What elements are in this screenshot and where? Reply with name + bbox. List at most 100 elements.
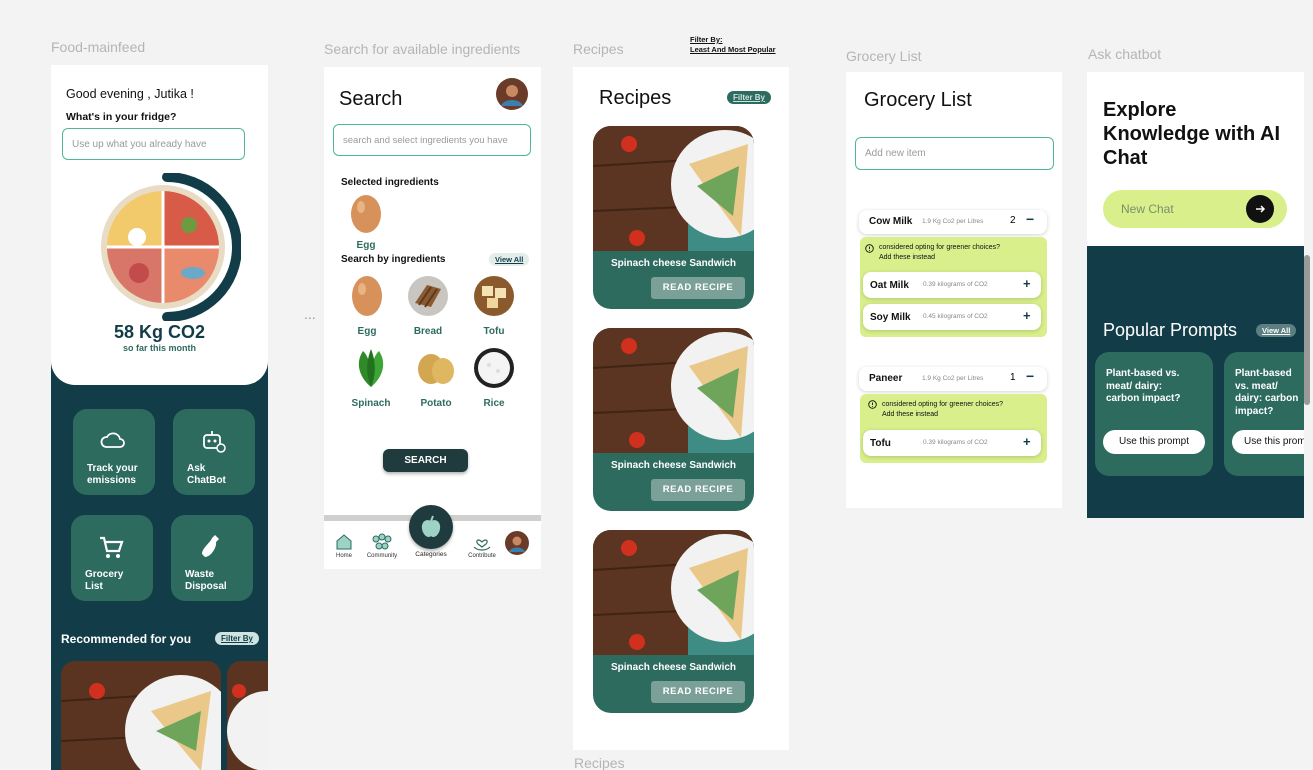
scrollbar-thumb[interactable] [1304,255,1310,405]
prompt-card[interactable]: Plant-based vs. meat/ dairy: carbon impa… [1095,352,1213,476]
home-icon [336,534,352,550]
grocery-item-qty: 2 [1010,215,1016,226]
hand-heart-icon [473,539,491,551]
grocery-item[interactable]: Paneer 1.9 Kg Co2 per Litres 1 − [859,367,1047,391]
read-recipe-button[interactable]: READ RECIPE [651,681,745,703]
bottom-nav: Home Community Categories Contribute [324,505,541,569]
recipe-card[interactable]: Spinach cheese Sandwich READ RECIPE [593,530,754,713]
ingredient-rice[interactable]: Rice [464,347,524,409]
suggestion-line2: Add these instead [882,411,939,418]
avatar[interactable] [496,78,528,110]
recipe-caption: Spinach cheese Sandwich [610,662,737,673]
recipe-card[interactable]: Spinach cheese Sandwich READ RECIPE [593,328,754,511]
robot-icon [203,431,226,453]
add-icon[interactable]: + [1023,434,1031,449]
ingredient-tofu[interactable]: Tofu [464,275,524,337]
read-recipe-button[interactable]: READ RECIPE [651,479,745,501]
frame-label-recipes-bottom: Recipes [574,755,625,770]
profile-avatar[interactable] [505,531,529,555]
alternative-item[interactable]: Tofu 0.39 kilograms of CO2 + [863,430,1041,456]
ingredient-label: Rice [483,398,505,409]
fridge-question: What's in your fridge? [66,111,177,123]
recommended-food-image[interactable] [61,661,221,770]
filter-note-line1: Filter By: [690,35,723,44]
add-item-input[interactable]: Add new item [855,137,1054,170]
alternative-item[interactable]: Oat Milk 0.39 kilograms of CO2 + [863,272,1041,298]
greener-suggestion-box: considered opting for greener choices? A… [860,237,1047,337]
tile-label: Ask ChatBot [187,463,226,486]
suggestion-note: considered opting for greener choices? A… [879,243,1000,263]
rice-icon [474,348,514,388]
decrement-icon[interactable]: − [1026,368,1034,384]
bread-icon [408,276,448,316]
track-emissions-tile[interactable]: Track your emissions [73,409,155,495]
grocery-title: Grocery List [864,89,972,111]
alternative-name: Oat Milk [870,280,909,291]
nav-home[interactable]: Home [324,533,364,559]
read-recipe-button[interactable]: READ RECIPE [651,277,745,299]
egg-icon [352,276,382,316]
ask-chatbot-tile[interactable]: Ask ChatBot [173,409,255,495]
new-chat-button[interactable]: New Chat [1103,190,1287,228]
filter-by-chip[interactable]: Filter By [215,632,260,645]
food-mainfeed-screen: Good evening , Jutika ! What's in your f… [51,65,268,770]
greener-suggestion-box: considered opting for greener choices? A… [860,394,1047,463]
ingredient-bread[interactable]: Bread [398,275,458,337]
fridge-input[interactable]: Use up what you already have [62,128,245,160]
chat-heading: Explore Knowledge with AI Chat [1103,98,1280,170]
use-prompt-button[interactable]: Use this prompt [1103,430,1205,454]
search-screen: Search search and select ingredients you… [324,67,541,569]
recommended-food-image-2[interactable] [227,661,268,770]
nav-community[interactable]: Community [362,533,402,559]
alternative-item[interactable]: Soy Milk 0.45 kilograms of CO2 + [863,304,1041,330]
apple-icon [421,515,441,538]
egg-icon [351,195,381,233]
recipes-screen: Recipes Filter By Spinach cheese Sandwic… [573,67,789,750]
grocery-item-name: Paneer [869,373,903,384]
search-button[interactable]: SEARCH [383,449,468,472]
tile-label: Waste Disposal [185,569,227,592]
prompt-text: Plant-based vs. meat/ dairy: carbon impa… [1235,368,1299,417]
nav-label: Categories [415,551,447,558]
new-chat-label: New Chat [1121,202,1174,216]
use-prompt-button[interactable]: Use this prom [1232,430,1304,454]
suggestion-line2: Add these instead [879,254,936,261]
recipe-card[interactable]: Spinach cheese Sandwich READ RECIPE [593,126,754,309]
ingredient-egg[interactable]: Egg [337,275,397,337]
ingredient-spinach[interactable]: Spinach [341,347,401,409]
recipe-image [593,328,754,453]
frame-label-chatbot: Ask chatbot [1088,46,1162,62]
potato-icon [418,354,454,384]
grocery-item-co2: 1.9 Kg Co2 per Litres [922,218,984,225]
view-all-prompts[interactable]: View All [1256,324,1297,337]
ingredient-label: Potato [420,398,452,409]
filter-note: Filter By: Least And Most Popular [690,35,776,55]
selected-ingredient-egg[interactable]: Egg [336,193,396,251]
frame-label-food: Food-mainfeed [51,39,146,55]
alternative-name: Tofu [870,438,891,449]
grocery-list-tile[interactable]: Grocery List [71,515,153,601]
prompt-card[interactable]: Plant-based vs. meat/ dairy: carbon impa… [1224,352,1304,476]
chat-heading-line3: Chat [1103,147,1148,169]
nav-label: Home [335,553,352,559]
alternative-name: Soy Milk [870,312,911,323]
prompt-text: Plant-based vs. meat/ dairy: carbon impa… [1106,368,1181,404]
ingredient-potato[interactable]: Potato [406,347,466,409]
nav-categories[interactable] [409,505,453,549]
info-icon [865,244,874,253]
add-icon[interactable]: + [1023,276,1031,291]
spinach-icon [358,349,384,387]
recipes-filter-chip[interactable]: Filter By [727,91,772,104]
nav-contribute[interactable]: Contribute [462,533,502,559]
ingredient-label: Egg [357,326,377,337]
ingredient-search-input[interactable]: search and select ingredients you have [333,124,531,156]
view-all-ingredients[interactable]: View All [489,253,530,266]
waste-disposal-tile[interactable]: Waste Disposal [171,515,253,601]
add-icon[interactable]: + [1023,308,1031,323]
nav-label: Contribute [468,553,496,559]
grocery-item[interactable]: Cow Milk 1.9 Kg Co2 per Litres 2 − [859,210,1047,234]
decrement-icon[interactable]: − [1026,211,1034,227]
ellipsis-handle[interactable]: ... [304,306,316,322]
ingredient-label: Spinach [351,398,391,409]
alternative-co2: 0.45 kilograms of CO2 [923,313,988,320]
